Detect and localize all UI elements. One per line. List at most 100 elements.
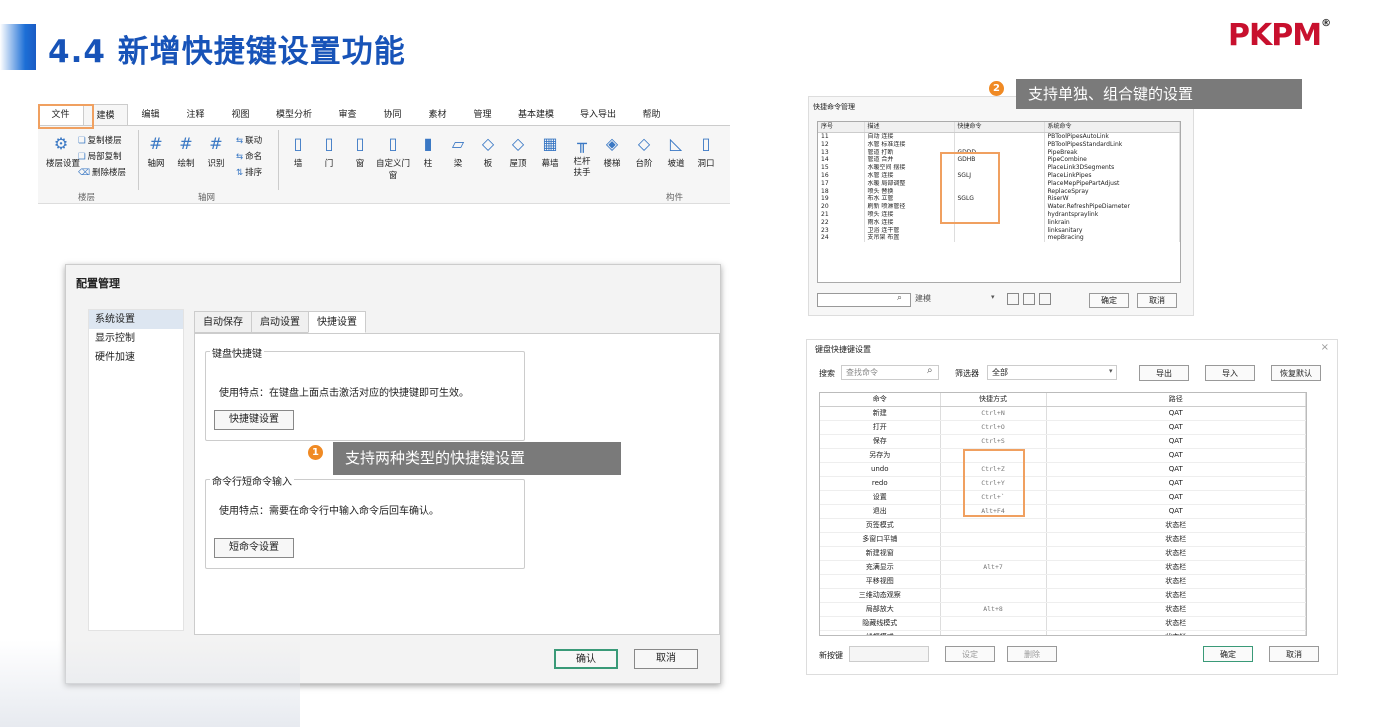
- sidebar-item-hardware[interactable]: 硬件加速: [89, 348, 183, 367]
- table-cell: 状态栏: [1046, 630, 1306, 635]
- table-row[interactable]: 充满显示 Alt+7 状态栏: [820, 560, 1306, 575]
- wall-button[interactable]: ▯ 墙: [286, 134, 310, 169]
- confirm-button[interactable]: 确认: [554, 649, 618, 669]
- new-key-input[interactable]: [849, 646, 929, 662]
- ok-button[interactable]: 确定: [1089, 293, 1129, 308]
- grid-name-button[interactable]: ⇆ 命名: [236, 150, 262, 162]
- step-button[interactable]: ◇ 台阶: [632, 134, 656, 169]
- table-row[interactable]: redo Ctrl+Y QAT: [820, 476, 1306, 491]
- table-row[interactable]: 平移视图 状态栏: [820, 574, 1306, 589]
- filter-select[interactable]: 全部: [987, 365, 1117, 380]
- grid-draw-button[interactable]: # 绘制: [174, 134, 198, 169]
- table-row[interactable]: 新建 Ctrl+N QAT: [820, 406, 1306, 421]
- new-key-label: 新按键: [819, 651, 843, 660]
- grid-recognize-icon: #: [209, 134, 223, 153]
- floor-setting-button[interactable]: ⚙ 楼层设置: [46, 134, 80, 169]
- import-button[interactable]: 导入: [1205, 365, 1255, 381]
- tab-annotate[interactable]: 注释: [173, 104, 218, 125]
- reset-default-button[interactable]: 恢复默认: [1271, 365, 1321, 381]
- tab-startup[interactable]: 启动设置: [251, 311, 309, 333]
- export-button[interactable]: 导出: [1139, 365, 1189, 381]
- table-row[interactable]: 24 支吊架 布置 mepBracing: [818, 234, 1180, 243]
- table-row[interactable]: 12 水管 标准连接 PBToolPipesStandardLink: [818, 140, 1180, 149]
- new-icon[interactable]: [1007, 293, 1019, 305]
- tab-model-analysis[interactable]: 模型分析: [263, 104, 325, 125]
- tab-edit[interactable]: 编辑: [128, 104, 173, 125]
- door-button[interactable]: ▯ 门: [317, 134, 341, 169]
- close-icon[interactable]: ×: [1321, 342, 1329, 353]
- ok-button[interactable]: 确定: [1203, 646, 1253, 662]
- delete-button[interactable]: 删除: [1007, 646, 1057, 662]
- set-button[interactable]: 设定: [945, 646, 995, 662]
- column-button[interactable]: ▮ 柱: [416, 134, 440, 169]
- ribbon-toolbar: 文件 建模 编辑 注释 视图 模型分析 审查 协同 素材 管理 基本建模 导入导…: [38, 104, 730, 204]
- table-row[interactable]: 保存 Ctrl+S QAT: [820, 434, 1306, 449]
- opening-icon: ▯: [701, 134, 711, 153]
- sidebar-item-display[interactable]: 显示控制: [89, 329, 183, 348]
- ramp-icon: ◺: [669, 134, 683, 153]
- table-cell: QAT: [1046, 406, 1306, 421]
- window-button[interactable]: ▯ 窗: [348, 134, 372, 169]
- table-row[interactable]: 线框模式 状态栏: [820, 630, 1306, 635]
- table-row[interactable]: 设置 Ctrl+` QAT: [820, 490, 1306, 505]
- tab-manage[interactable]: 管理: [460, 104, 505, 125]
- stairs-button[interactable]: ◈ 楼梯: [600, 134, 624, 169]
- table-row[interactable]: 隐藏线模式 状态栏: [820, 616, 1306, 631]
- short-command-settings-button[interactable]: 短命令设置: [214, 538, 294, 558]
- table-cell: 21: [818, 210, 865, 219]
- slab-button[interactable]: ◇ 板: [476, 134, 500, 169]
- copy-floor-button[interactable]: ❏ 复制楼层: [78, 134, 122, 146]
- table-cell: QAT: [1046, 434, 1306, 449]
- search-input[interactable]: 查找命令: [841, 365, 939, 380]
- table-cell: QAT: [1046, 462, 1306, 477]
- table-row[interactable]: 另存为 QAT: [820, 448, 1306, 463]
- table-row[interactable]: 多窗口平铺 状态栏: [820, 532, 1306, 547]
- table-row[interactable]: undo Ctrl+Z QAT: [820, 462, 1306, 477]
- table-row[interactable]: 页签模式 状态栏: [820, 518, 1306, 533]
- dialog-title: 键盘快捷键设置: [815, 345, 871, 354]
- column-header: 路径: [1046, 393, 1306, 407]
- refresh-icon[interactable]: [1039, 293, 1051, 305]
- tab-basic-modeling[interactable]: 基本建模: [505, 104, 567, 125]
- stairs-icon: ◈: [605, 134, 619, 153]
- table-row[interactable]: 三维动态观察 状态栏: [820, 588, 1306, 603]
- ramp-button[interactable]: ◺ 坡道: [664, 134, 688, 169]
- cancel-button[interactable]: 取消: [1269, 646, 1319, 662]
- railing-button[interactable]: ╥ 栏杆扶手: [570, 134, 594, 179]
- table-cell: 新建视窗: [820, 546, 941, 561]
- delete-floor-button[interactable]: ⌫ 删除楼层: [78, 166, 126, 178]
- custom-door-window-button[interactable]: ▯ 自定义门窗: [376, 134, 410, 181]
- tab-review[interactable]: 审查: [325, 104, 370, 125]
- tab-autosave[interactable]: 自动保存: [194, 311, 252, 333]
- cancel-button[interactable]: 取消: [634, 649, 698, 669]
- tab-help[interactable]: 帮助: [629, 104, 674, 125]
- table-row[interactable]: 11 自动 连接 PBToolPipesAutoLink: [818, 132, 1180, 141]
- shortcut-settings-button[interactable]: 快捷键设置: [214, 410, 294, 430]
- copy-icon[interactable]: [1023, 293, 1035, 305]
- tab-shortcut[interactable]: 快捷设置: [308, 311, 366, 333]
- category-select[interactable]: 建模: [915, 293, 931, 304]
- tab-import-export[interactable]: 导入导出: [567, 104, 629, 125]
- table-cell: 15: [818, 164, 865, 172]
- partial-copy-button[interactable]: ❏ 局部复制: [78, 150, 122, 162]
- search-label: 搜索: [819, 369, 835, 378]
- opening-button[interactable]: ▯ 洞口: [694, 134, 718, 169]
- table-row[interactable]: 23 卫浴 连干管 linksanitary: [818, 226, 1180, 235]
- grid-sort-button[interactable]: ⇅ 排序: [236, 166, 262, 178]
- table-row[interactable]: 打开 Ctrl+O QAT: [820, 420, 1306, 435]
- roof-button[interactable]: ◇ 屋顶: [506, 134, 530, 169]
- table-cell: 支吊架 布置: [864, 234, 955, 243]
- cancel-button[interactable]: 取消: [1137, 293, 1177, 308]
- table-row[interactable]: 局部放大 Alt+8 状态栏: [820, 602, 1306, 617]
- tab-collab[interactable]: 协同: [370, 104, 415, 125]
- tab-assets[interactable]: 素材: [415, 104, 460, 125]
- sidebar-item-system[interactable]: 系统设置: [89, 310, 183, 329]
- grid-link-button[interactable]: ⇆ 联动: [236, 134, 262, 146]
- grid-button[interactable]: # 轴网: [144, 134, 168, 169]
- tab-view[interactable]: 视图: [218, 104, 263, 125]
- beam-button[interactable]: ▱ 梁: [446, 134, 470, 169]
- table-row[interactable]: 退出 Alt+F4 QAT: [820, 504, 1306, 519]
- table-row[interactable]: 新建视窗 状态栏: [820, 546, 1306, 561]
- grid-recognize-button[interactable]: # 识别: [204, 134, 228, 169]
- curtain-wall-button[interactable]: ▦ 幕墙: [538, 134, 562, 169]
